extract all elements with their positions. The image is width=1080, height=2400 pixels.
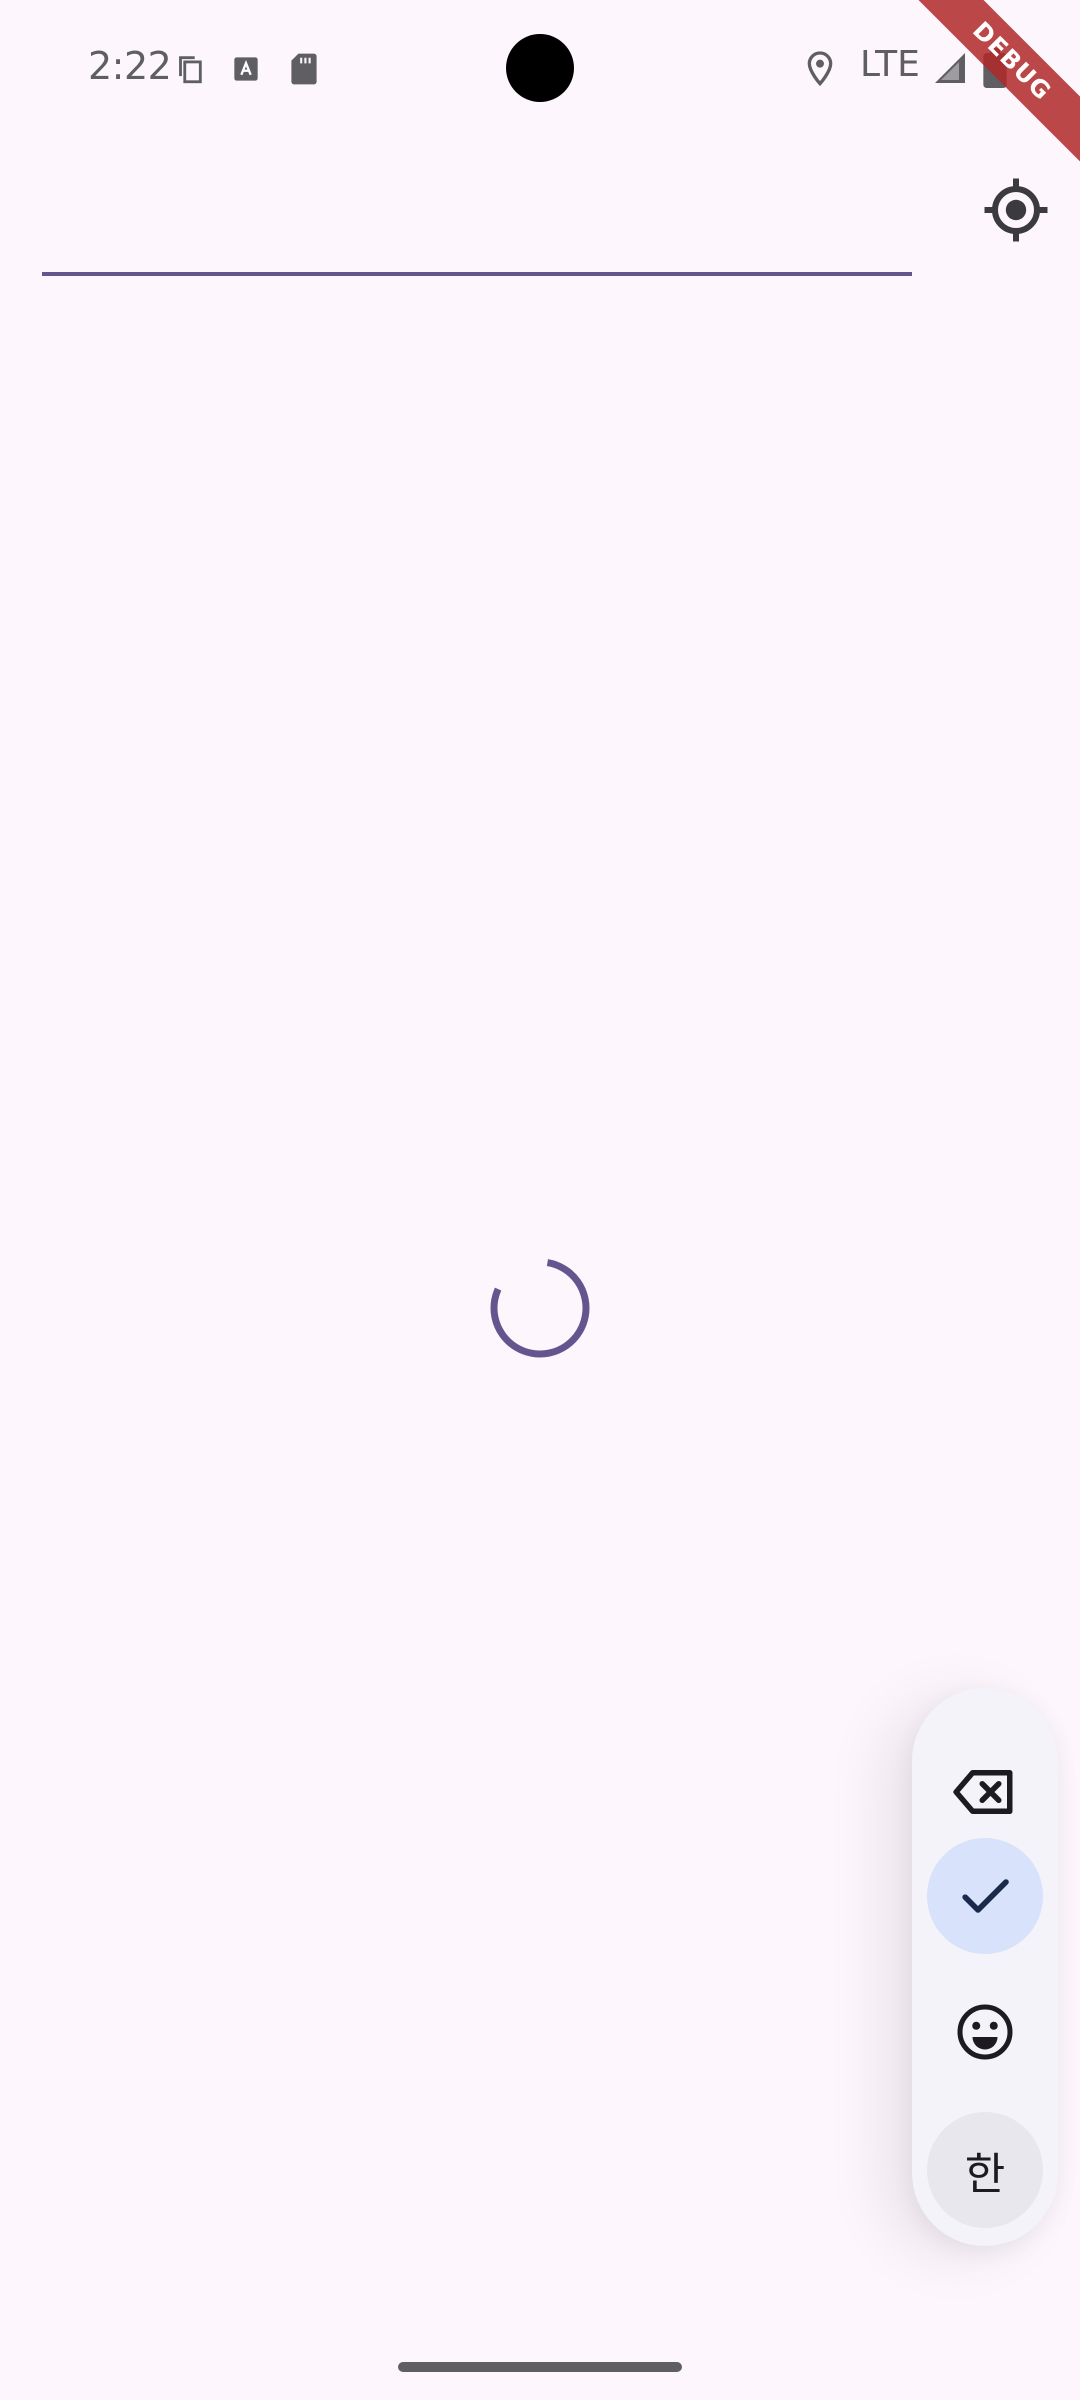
sd-card-icon [291,53,317,85]
status-time: 2:22 [88,44,172,88]
language-label: 한 [964,2149,1006,2200]
language-switch-button[interactable]: 한 [927,2112,1043,2228]
emoji-button[interactable] [927,1974,1043,2090]
keyboard-toolbar: 한 [912,1688,1058,2246]
my-location-icon [984,178,1048,242]
emoji-icon [957,2004,1013,2060]
search-input[interactable] [42,180,916,262]
confirm-button[interactable] [927,1838,1043,1954]
check-icon [962,1879,1009,1913]
loading-spinner [490,1258,590,1358]
search-field[interactable] [42,140,916,276]
my-location-button[interactable] [980,174,1052,246]
navigation-handle[interactable] [398,2362,682,2372]
network-type: LTE [860,44,920,85]
backspace-button[interactable] [927,1734,1043,1850]
camera-cutout [506,34,574,102]
location-pin-icon [807,51,833,87]
backspace-icon [953,1770,1013,1814]
copy-icon [179,56,202,84]
font-a-icon [234,57,258,81]
signal-icon [935,53,965,83]
status-bar: 2:22 LTE [0,0,1080,140]
